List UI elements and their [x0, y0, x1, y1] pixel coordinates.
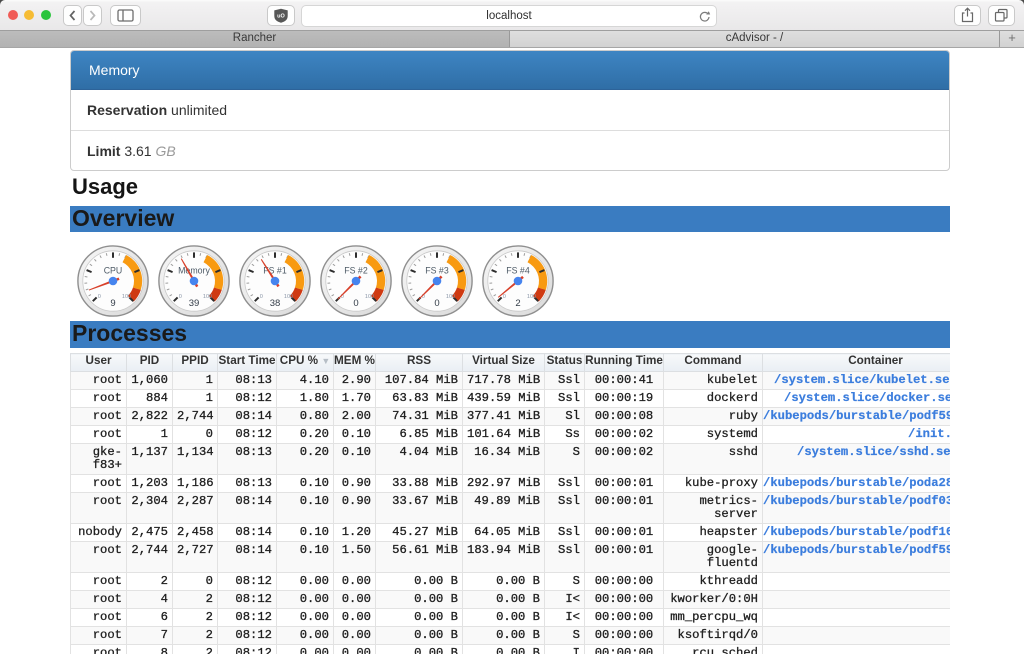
svg-text:0: 0 — [97, 294, 100, 300]
svg-text:100: 100 — [365, 294, 374, 300]
svg-text:uO: uO — [277, 13, 285, 19]
svg-text:0: 0 — [178, 294, 181, 300]
svg-text:100: 100 — [446, 294, 455, 300]
svg-text:39: 39 — [188, 298, 199, 309]
svg-text:Memory: Memory — [178, 266, 210, 276]
svg-text:0: 0 — [503, 294, 506, 300]
svg-text:100: 100 — [202, 294, 211, 300]
svg-text:38: 38 — [269, 298, 280, 309]
svg-text:FS #3: FS #3 — [425, 266, 449, 276]
svg-text:100: 100 — [527, 294, 536, 300]
svg-text:100: 100 — [121, 294, 130, 300]
svg-text:0: 0 — [353, 298, 358, 309]
svg-text:100: 100 — [284, 294, 293, 300]
svg-text:0: 0 — [259, 294, 262, 300]
svg-text:2: 2 — [515, 298, 520, 309]
svg-text:FS #2: FS #2 — [344, 266, 368, 276]
svg-text:0: 0 — [434, 298, 439, 309]
svg-text:FS #4: FS #4 — [506, 266, 530, 276]
svg-text:9: 9 — [110, 298, 115, 309]
svg-text:CPU: CPU — [103, 266, 122, 276]
